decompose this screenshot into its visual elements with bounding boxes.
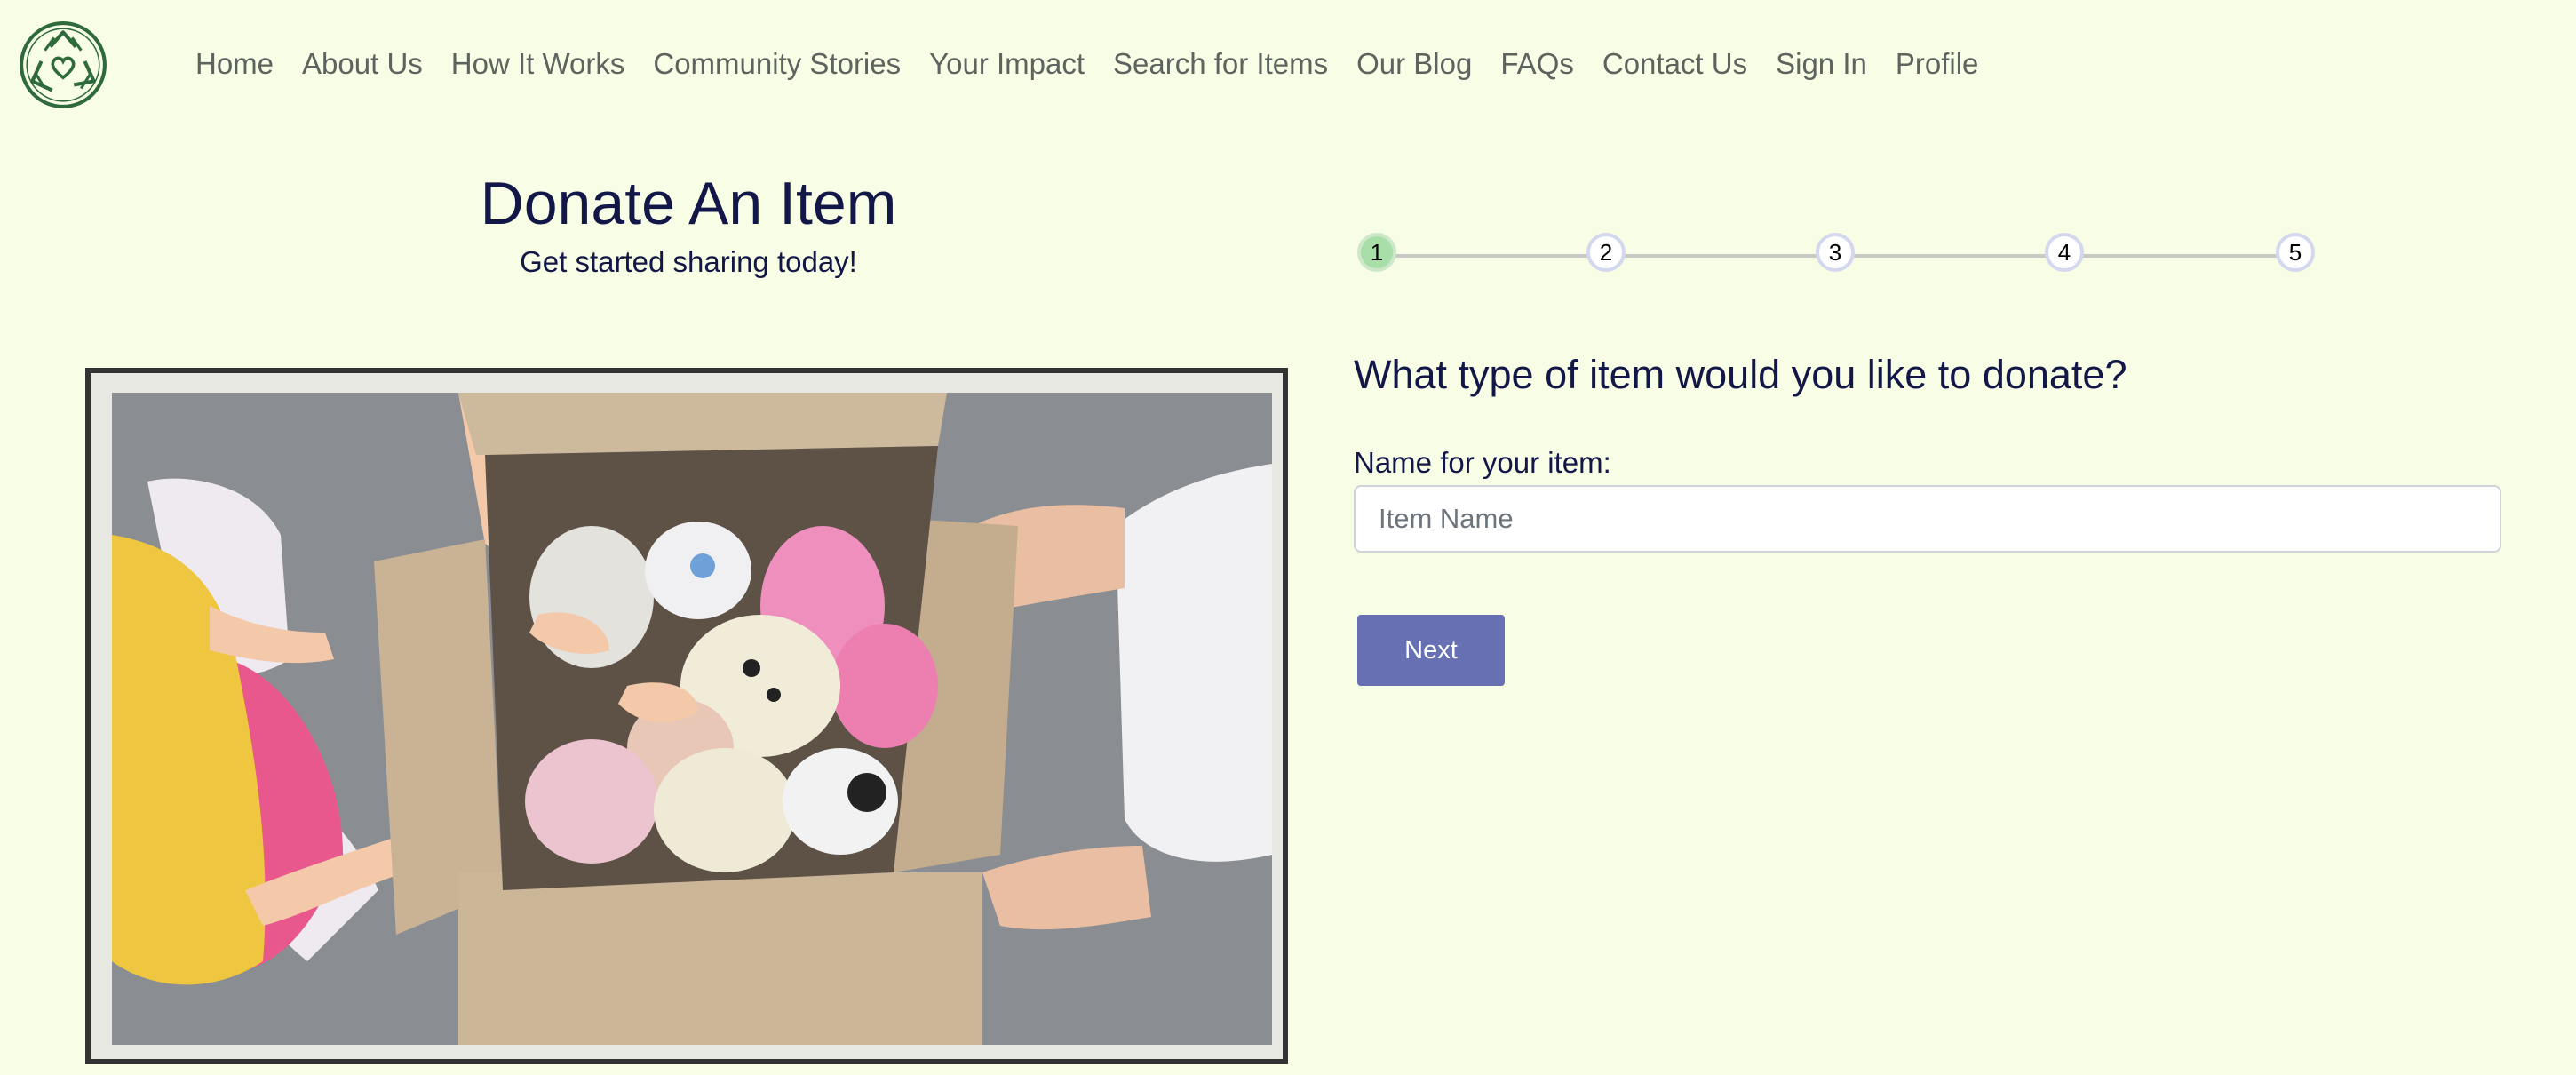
nav-contact-us[interactable]: Contact Us: [1588, 39, 1761, 89]
nav-links: Home About Us How It Works Community Sto…: [181, 39, 1992, 89]
recycle-heart-logo-icon[interactable]: [18, 20, 108, 110]
step-1: 1: [1357, 233, 1396, 272]
nav-community-stories[interactable]: Community Stories: [639, 39, 915, 89]
page-subtitle: Get started sharing today!: [520, 245, 857, 278]
nav-your-impact[interactable]: Your Impact: [915, 39, 1099, 89]
page-title: Donate An Item: [480, 170, 897, 237]
step-3: 3: [1816, 233, 1855, 272]
top-navbar: Home About Us How It Works Community Sto…: [0, 0, 2576, 128]
nav-home[interactable]: Home: [181, 39, 288, 89]
progress-stepper: 1 2 3 4 5: [1354, 231, 2318, 281]
step-2: 2: [1586, 233, 1626, 272]
nav-search-for-items[interactable]: Search for Items: [1099, 39, 1342, 89]
nav-profile[interactable]: Profile: [1881, 39, 1993, 89]
item-name-label: Name for your item:: [1354, 446, 1611, 479]
nav-how-it-works[interactable]: How It Works: [437, 39, 640, 89]
nav-faqs[interactable]: FAQs: [1486, 39, 1588, 89]
step-5: 5: [2276, 233, 2315, 272]
item-type-question: What type of item would you like to dona…: [1354, 352, 2127, 397]
next-button[interactable]: Next: [1357, 615, 1505, 686]
step-4: 4: [2045, 233, 2084, 272]
nav-about-us[interactable]: About Us: [288, 39, 437, 89]
nav-sign-in[interactable]: Sign In: [1761, 39, 1881, 89]
donation-box-photo: [112, 393, 1272, 1045]
nav-our-blog[interactable]: Our Blog: [1342, 39, 1486, 89]
item-name-input[interactable]: [1354, 485, 2501, 553]
hero-image-frame: [85, 368, 1288, 1064]
